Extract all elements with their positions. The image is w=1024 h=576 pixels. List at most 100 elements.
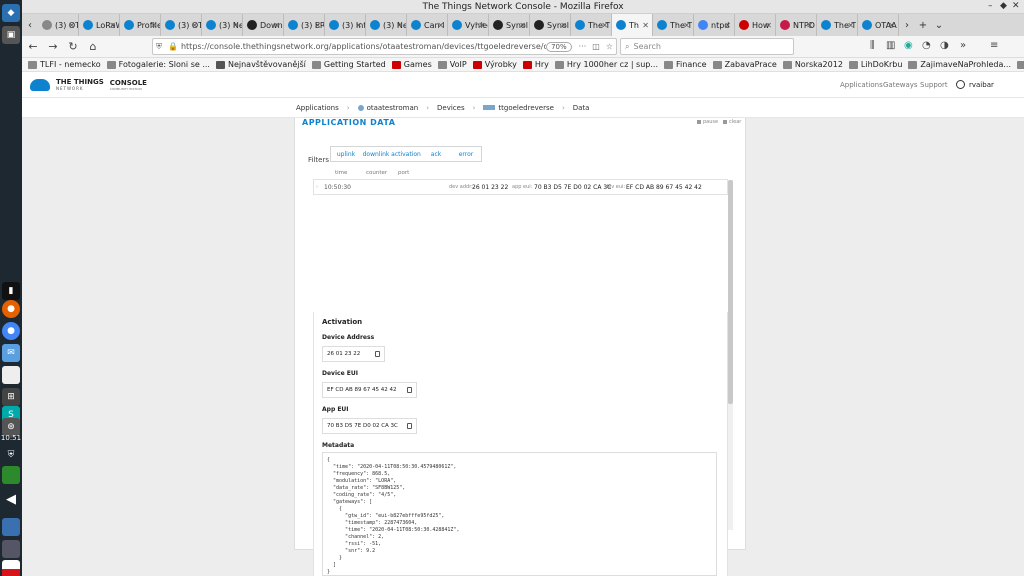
firefox-icon[interactable]: ● [2, 300, 20, 318]
tab[interactable]: ntpd ✕ [694, 14, 735, 36]
overflow-icon[interactable]: » [960, 40, 966, 51]
scroll-tabs-left-icon[interactable]: ‹ [22, 20, 38, 31]
lock-icon[interactable]: 🔒 [168, 42, 178, 51]
pocket-icon[interactable]: ◫ [592, 42, 600, 51]
device-eui-field[interactable]: EF CD AB 89 67 45 42 42 [322, 382, 417, 398]
tab[interactable]: The T ✕ [653, 14, 694, 36]
scroll-tabs-right-icon[interactable]: › [899, 20, 915, 31]
column-port[interactable]: port [398, 170, 409, 176]
close-tab-icon[interactable]: ✕ [191, 21, 198, 30]
filter-ack[interactable]: ack [421, 147, 451, 161]
tab-list-icon[interactable]: ⌄ [931, 20, 947, 31]
crumb-applications[interactable]: Applications [296, 104, 339, 112]
close-tab-icon[interactable]: ✕ [601, 21, 608, 30]
tab[interactable]: Synol ✕ [489, 14, 530, 36]
close-tab-icon[interactable]: ✕ [806, 21, 813, 30]
clear-button[interactable]: clear [723, 119, 741, 125]
copy-icon[interactable] [375, 351, 380, 357]
bookmark-item[interactable]: Nejnavštěvovanější [215, 60, 306, 69]
search-placeholder[interactable]: Search [633, 42, 660, 51]
copy-icon[interactable] [407, 423, 412, 429]
bookmark-item[interactable]: Getting Started [311, 60, 386, 69]
close-tab-icon[interactable]: ✕ [847, 21, 854, 30]
close-tab-icon[interactable]: ✕ [150, 21, 157, 30]
close-tab-icon[interactable]: ✕ [437, 21, 444, 30]
close-tab-icon[interactable]: ✕ [560, 21, 567, 30]
device-address-field[interactable]: 26 01 23 22 [322, 346, 385, 362]
nav-applications[interactable]: Applications [840, 81, 883, 89]
column-time[interactable]: time [335, 170, 347, 176]
monitor-icon[interactable] [2, 540, 20, 558]
back-icon[interactable]: ← [24, 40, 42, 53]
close-tab-icon[interactable]: ✕ [642, 21, 649, 30]
maximize-icon[interactable]: ◆ [1000, 1, 1007, 11]
close-tab-icon[interactable]: ✕ [232, 21, 239, 30]
search-box[interactable]: ⌕ Search [620, 38, 794, 55]
close-tab-icon[interactable]: ✕ [355, 21, 362, 30]
bookmark-item[interactable]: DRAKISA [1017, 60, 1024, 69]
extension-icon[interactable]: ◉ [904, 40, 913, 51]
filter-activation[interactable]: activation [391, 147, 421, 161]
folder-icon[interactable] [2, 518, 20, 536]
shield-icon[interactable]: ⛨ [156, 42, 162, 52]
zoom-indicator[interactable]: 70% [546, 41, 572, 52]
nav-gateways[interactable]: Gateways [883, 81, 918, 89]
tab[interactable]: (3) Ne ✕ [366, 14, 407, 36]
bookmark-item[interactable]: Fotogalerie: Sloni se ... [106, 60, 210, 69]
menu-icon[interactable]: ≡ [990, 40, 998, 51]
tab[interactable]: Can I ✕ [407, 14, 448, 36]
thunderbird-icon[interactable]: ✉ [2, 344, 20, 362]
tab[interactable]: (3) OT ✕ [161, 14, 202, 36]
bookmark-item[interactable]: Finance [664, 60, 707, 69]
app-eui-field[interactable]: 70 B3 D5 7E D0 02 CA 3C [322, 418, 417, 434]
document-icon[interactable] [2, 366, 20, 384]
bookmark-item[interactable]: Games [391, 60, 432, 69]
close-tab-icon[interactable]: ✕ [765, 21, 772, 30]
shield-icon[interactable]: ⛨ [2, 446, 20, 464]
close-tab-icon[interactable]: ✕ [683, 21, 690, 30]
terminal-icon[interactable]: ▮ [2, 282, 20, 300]
forward-icon[interactable]: → [44, 40, 62, 53]
bookmark-item[interactable]: TLFI - nemecko [28, 60, 101, 69]
czech-flag-icon[interactable] [2, 560, 20, 576]
tab[interactable]: The T ✕ [817, 14, 858, 36]
panel-scrollbar[interactable] [728, 180, 733, 530]
chrome-icon[interactable]: ● [2, 322, 20, 340]
reload-icon[interactable]: ↻ [64, 40, 82, 53]
launcher-icon[interactable]: ◆ [2, 4, 20, 22]
crumb-devices[interactable]: Devices [437, 104, 465, 112]
filter-uplink[interactable]: uplink [331, 147, 361, 161]
tab[interactable]: The T ✕ [571, 14, 612, 36]
crumb-device[interactable]: ttgoeledreverse [498, 104, 554, 112]
user-menu[interactable]: rvaibar [956, 80, 994, 89]
home-icon[interactable]: ⌂ [84, 40, 102, 53]
close-tab-icon[interactable]: ✕ [519, 21, 526, 30]
close-tab-icon[interactable]: ✕ [109, 21, 116, 30]
tab[interactable]: LoRaWAN✕ [79, 14, 120, 36]
close-tab-icon[interactable]: ✕ [396, 21, 403, 30]
extension-3-icon[interactable]: ◑ [940, 40, 949, 51]
bookmark-star-icon[interactable]: ☆ [606, 42, 613, 51]
copy-icon[interactable] [407, 387, 412, 393]
bookmark-item[interactable]: Hry [522, 60, 549, 69]
close-tab-icon[interactable]: ✕ [314, 21, 321, 30]
tab[interactable]: Down ✕ [243, 14, 284, 36]
bookmark-item[interactable]: Norska2012 [782, 60, 843, 69]
page-actions-icon[interactable]: ··· [579, 42, 587, 51]
library-icon[interactable]: ⫼ [870, 40, 875, 51]
bookmark-item[interactable]: VoIP [437, 60, 467, 69]
url-bar[interactable]: ⛨ 🔒 https://console.thethingsnetwork.org… [152, 38, 617, 55]
nav-support[interactable]: Support [920, 81, 948, 89]
bookmark-item[interactable]: ZajimaveNaProhleda... [908, 60, 1011, 69]
url-text[interactable]: https://console.thethingsnetwork.org/app… [181, 42, 546, 51]
tab[interactable]: Profile ✕ [120, 14, 161, 36]
ttn-logo[interactable]: THE THINGS NETWORK CONSOLE COMMUNITY EDI… [30, 78, 147, 91]
bookmark-item[interactable]: ZabavaPrace [712, 60, 777, 69]
bookmark-item[interactable]: Výrobky [472, 60, 517, 69]
tab[interactable]: How ✕ [735, 14, 776, 36]
filter-downlink[interactable]: downlink [361, 147, 391, 161]
crumb-data[interactable]: Data [573, 104, 590, 112]
tab[interactable]: (3) Ne ✕ [202, 14, 243, 36]
tab[interactable]: Th ✕ [612, 14, 653, 36]
close-tab-icon[interactable]: ✕ [478, 21, 485, 30]
